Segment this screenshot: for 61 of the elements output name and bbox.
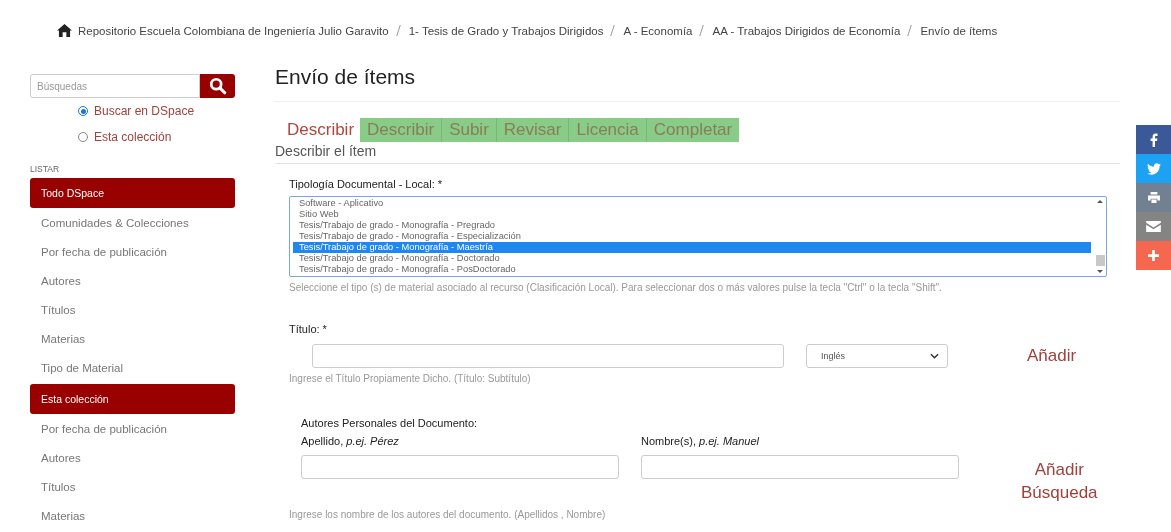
plus-icon: [1148, 250, 1159, 261]
search-field[interactable]: Búsquedas: [30, 74, 200, 98]
sidebar-item[interactable]: Títulos: [30, 296, 235, 325]
list-option[interactable]: Tesis/Trabajo de grado - Monografía - PosDoctorado: [293, 264, 1091, 275]
breadcrumb-link[interactable]: 1- Tesis de Grado y Trabajos Dirigidos: [408, 24, 604, 37]
breadcrumb-link[interactable]: Repositorio Escuela Colombiana de Ingeniería Julio Garavito: [78, 24, 389, 37]
list-option[interactable]: Software - Aplicativo: [293, 198, 1091, 209]
title-field[interactable]: [312, 344, 784, 368]
radio-label: Esta colección: [94, 130, 172, 144]
name-field[interactable]: [641, 455, 959, 479]
help-text: Seleccione el tipo (s) de material asociado al recurso (Clasificación Local). Para seleccionar dos o más valores pulse la tecla "Ctrl" o la tecla "Shift".: [289, 282, 943, 293]
share-button[interactable]: [1136, 154, 1171, 183]
sidebar-item[interactable]: Comunidades & Colecciones: [30, 209, 235, 238]
search-button[interactable]: [200, 74, 235, 98]
share-button[interactable]: [1136, 212, 1171, 241]
field-label: Tipología Documental - Local: *: [289, 178, 444, 190]
help-text: Ingrese el Título Propiamente Dicho. (Título: Subtítulo): [289, 373, 532, 384]
page-title: Envío de ítems: [275, 63, 1120, 102]
list-option[interactable]: Tesis/Trabajo de grado - Monografía - Pregrado: [293, 220, 1091, 231]
stage-label: Describir: [286, 120, 356, 140]
field-label: Título: *: [289, 323, 328, 335]
sidebar-header[interactable]: Todo DSpace: [30, 178, 235, 208]
sidebar-item[interactable]: Materias: [30, 502, 235, 531]
list-option[interactable]: Tesis/Trabajo de grado - Monografía - Maestría: [293, 242, 1091, 253]
sidebar-item[interactable]: Títulos: [30, 473, 235, 502]
bird-icon: [1146, 162, 1161, 175]
envelope-icon: [1146, 221, 1161, 232]
add-link[interactable]: Añadir: [1027, 346, 1077, 366]
field-label: Apellido, p.ej. Pérez: [301, 435, 400, 447]
share-button[interactable]: [1136, 183, 1171, 212]
share-button[interactable]: [1136, 241, 1171, 270]
browse-heading: LISTAR: [30, 164, 61, 176]
search-icon: [208, 77, 227, 95]
section-title: Describir el ítem: [275, 142, 1120, 164]
help-text: Ingrese los nombre de los autores del documento. (Apellidos , Nombre): [289, 509, 607, 520]
sidebar-item[interactable]: Materias: [30, 325, 235, 354]
surname-field[interactable]: [301, 455, 619, 479]
breadcrumb-link[interactable]: AA - Trabajos Dirigidos de Economía: [712, 24, 901, 37]
field-label: Nombre(s), p.ej. Manuel: [641, 435, 760, 447]
field-label: Autores Personales del Documento:: [301, 417, 479, 429]
home-icon[interactable]: [57, 24, 72, 37]
list-option[interactable]: Tesis/Trabajo de grado - Monografía - Doctorado: [293, 253, 1091, 264]
sidebar-item[interactable]: Por fecha de publicación: [30, 238, 235, 267]
lookup-link[interactable]: Búsqueda: [1021, 481, 1098, 504]
sidebar-item[interactable]: Tipo de Material: [30, 354, 235, 383]
facebook-icon: [1149, 132, 1158, 147]
sidebar-header[interactable]: Esta colección: [30, 384, 235, 414]
sidebar-item[interactable]: Autores: [30, 444, 235, 473]
add-link[interactable]: Añadir: [1021, 458, 1098, 481]
radio-label: Buscar en DSpace: [94, 104, 195, 118]
sidebar-item[interactable]: Autores: [30, 267, 235, 296]
type-listbox[interactable]: [289, 196, 1107, 277]
language-select[interactable]: Inglés: [806, 344, 948, 368]
breadcrumb-link[interactable]: A - Economía: [623, 24, 693, 37]
list-option[interactable]: Sitio Web: [293, 209, 1091, 220]
share-button[interactable]: [1136, 125, 1171, 154]
sidebar-item[interactable]: Por fecha de publicación: [30, 415, 235, 444]
breadcrumb-current: Envío de ítems: [920, 24, 998, 37]
list-option[interactable]: Tesis/Trabajo de grado - Monografía - Especialización: [293, 231, 1091, 242]
chevron-down-icon: [930, 353, 939, 359]
printer-icon: [1147, 192, 1160, 203]
